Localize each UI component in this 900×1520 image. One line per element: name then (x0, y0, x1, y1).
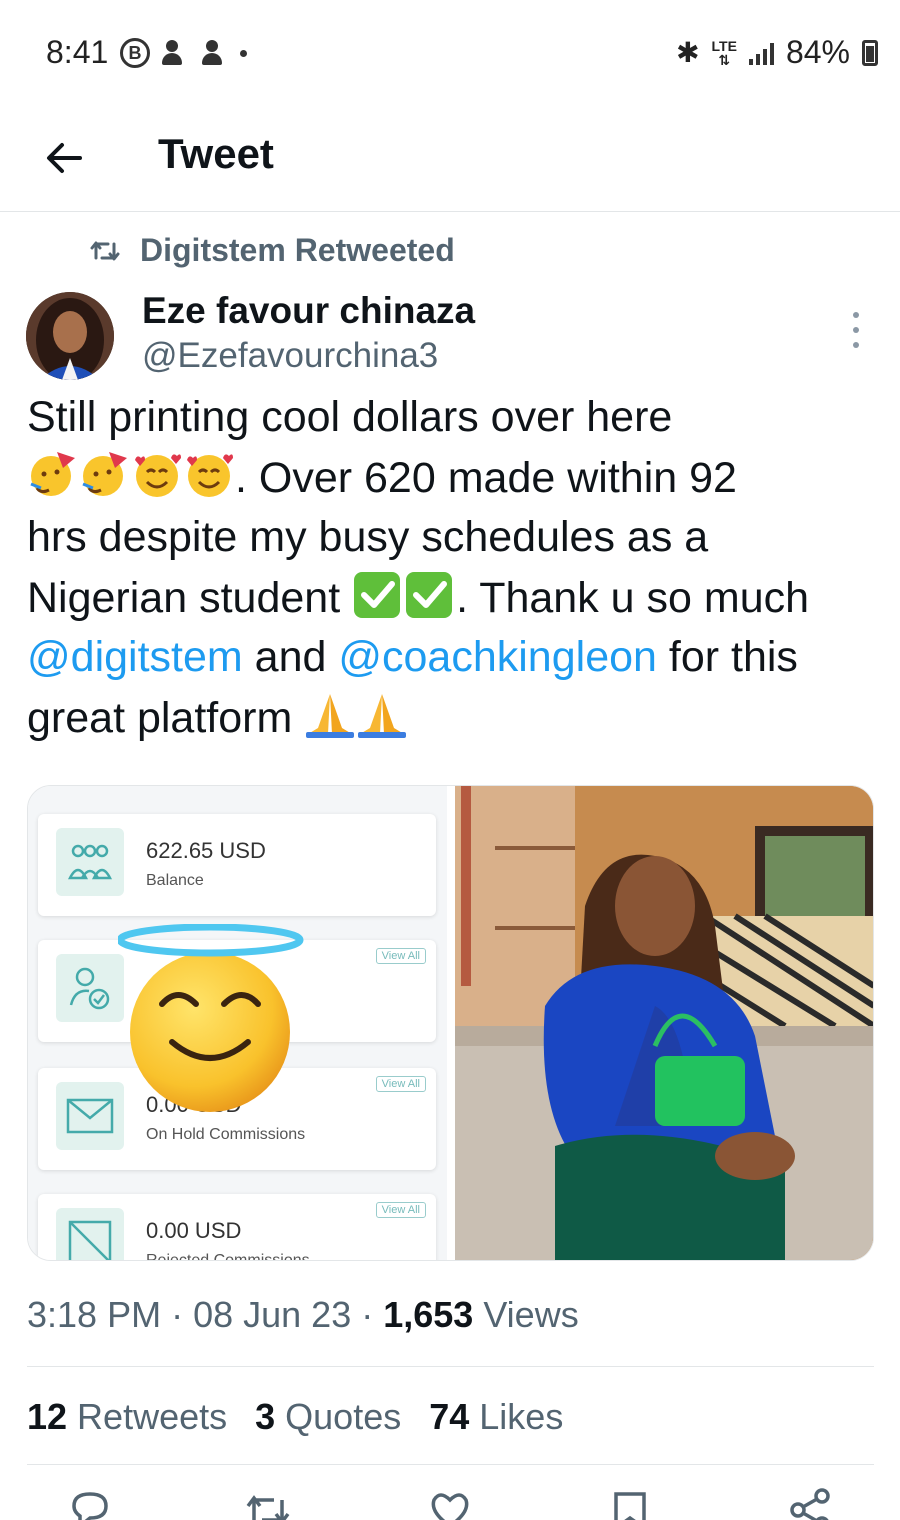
smiling-face-with-hearts-emoji-icon (183, 448, 235, 497)
check-mark-emoji-icon (404, 568, 456, 618)
folded-hands-emoji-icon (356, 688, 408, 738)
likes-count: 74 (429, 1396, 470, 1437)
like-button[interactable] (426, 1486, 474, 1520)
b-app-icon: B (120, 38, 150, 68)
tweet-text-line: Still printing cool dollars over here (27, 393, 673, 441)
retweet-icon (90, 241, 120, 260)
meta-separator: · (351, 1294, 384, 1335)
more-dot-icon (853, 327, 859, 333)
notification-icons: B (120, 38, 247, 68)
partying-face-emoji-icon (79, 448, 131, 496)
back-arrow-icon (47, 143, 82, 173)
tweet-media: 622.65 USD Balance View All View All 0.0… (27, 785, 874, 1261)
divider (27, 1464, 874, 1465)
smiling-face-with-hearts-emoji-icon (131, 448, 183, 497)
status-bar: 8:41 B ✱ LTE ⇅ 84% (0, 0, 900, 108)
tweet-time: 3:18 PM (27, 1294, 162, 1335)
rejected-icon (56, 1208, 124, 1260)
group-icon (56, 828, 124, 896)
tweet-text-line: great platform (27, 693, 305, 742)
tweet-text-line: . Over 620 made within 92 (235, 453, 737, 502)
retweets-stat[interactable]: 12 Retweets (27, 1396, 227, 1438)
more-dot-icon (853, 342, 859, 348)
tweet-text-fragment: for this (656, 633, 798, 681)
balance-value: 622.65 USD (146, 838, 266, 863)
check-mark-emoji-icon (352, 568, 404, 618)
balance-card: 622.65 USD Balance (38, 814, 436, 916)
reply-icon (72, 1492, 108, 1520)
more-options-button[interactable] (838, 310, 874, 350)
tweet-text-fragment: and (242, 633, 339, 681)
rejected-label: Rejected Commissions (146, 1252, 310, 1260)
woman-photo (455, 786, 873, 1260)
share-icon (790, 1488, 830, 1520)
tweet-text-line: Nigerian student (27, 573, 353, 622)
status-time: 8:41 (46, 34, 109, 70)
tweet-text-line: hrs despite my busy schedules as a (27, 513, 709, 561)
mention-link[interactable]: @digitstem (27, 633, 243, 681)
signal-strength-icon (748, 41, 774, 65)
add-person-icon (160, 38, 190, 68)
views-label: Views (473, 1294, 579, 1335)
quotes-count: 3 (255, 1396, 276, 1437)
quotes-label: Quotes (275, 1396, 402, 1437)
folded-hands-emoji-icon (304, 688, 356, 738)
media-image-dashboard[interactable]: 622.65 USD Balance View All View All 0.0… (28, 786, 447, 1260)
divider (27, 1366, 874, 1367)
retweet-icon (246, 1495, 290, 1520)
retweet-context-label: Digitstem Retweeted (140, 232, 455, 268)
retweets-count: 12 (27, 1396, 68, 1437)
lte-icon: LTE ⇅ (711, 37, 737, 68)
more-notifications-dot-icon (240, 49, 247, 57)
profile-photo (26, 292, 114, 380)
share-button[interactable] (786, 1486, 834, 1520)
view-all-link: View All (375, 1202, 426, 1218)
top-app-bar: Tweet (0, 108, 900, 212)
likes-stat[interactable]: 74 Likes (429, 1396, 563, 1438)
tweet-meta: 3:18 PM · 08 Jun 23 · 1,653 Views (27, 1294, 579, 1336)
avatar[interactable] (26, 292, 114, 380)
page-title: Tweet (158, 130, 274, 177)
tweet-text: Still printing cool dollars over here . … (27, 388, 887, 748)
likes-label: Likes (469, 1396, 564, 1437)
view-all-link: View All (375, 1076, 426, 1092)
retweet-button[interactable] (244, 1486, 292, 1520)
views-count: 1,653 (383, 1294, 474, 1335)
tweet-date: 08 Jun 23 (193, 1294, 352, 1335)
view-all-link: View All (375, 948, 426, 964)
user-check-icon (56, 954, 124, 1022)
battery-percent: 84% (785, 34, 850, 70)
bluetooth-icon: ✱ (676, 37, 700, 68)
heart-icon (431, 1493, 469, 1520)
retweets-label: Retweets (67, 1396, 228, 1437)
battery-icon (862, 39, 878, 66)
balance-label: Balance (146, 872, 204, 889)
bookmark-icon (614, 1492, 646, 1520)
back-button[interactable] (36, 130, 92, 186)
media-image-photo[interactable] (455, 786, 873, 1260)
meta-separator: · (161, 1294, 194, 1335)
more-dot-icon (853, 312, 859, 318)
system-indicators: ✱ LTE ⇅ 84% (676, 34, 878, 71)
tweet-action-bar (0, 1486, 900, 1520)
reply-button[interactable] (66, 1486, 114, 1520)
engagement-stats: 12 Retweets 3 Quotes 74 Likes (27, 1396, 563, 1438)
rejected-commissions-card: View All 0.00 USD Rejected Commissions (38, 1194, 436, 1260)
partying-face-emoji-icon (27, 448, 79, 496)
envelope-icon (56, 1082, 124, 1150)
rejected-value: 0.00 USD (146, 1218, 242, 1243)
tweet-text-line: . Thank u so much (456, 573, 810, 622)
author-name[interactable]: Eze favour chinaza (142, 290, 475, 332)
author-handle[interactable]: @Ezefavourchina3 (142, 336, 438, 376)
on-hold-label: On Hold Commissions (146, 1126, 306, 1143)
quotes-stat[interactable]: 3 Quotes (255, 1396, 401, 1438)
smiling-face-with-halo-emoji-icon (116, 923, 308, 1114)
mention-link[interactable]: @coachkingleon (338, 633, 657, 681)
retweet-context[interactable]: Digitstem Retweeted (90, 232, 455, 269)
bookmark-button[interactable] (606, 1486, 654, 1520)
add-person-icon (200, 38, 230, 68)
